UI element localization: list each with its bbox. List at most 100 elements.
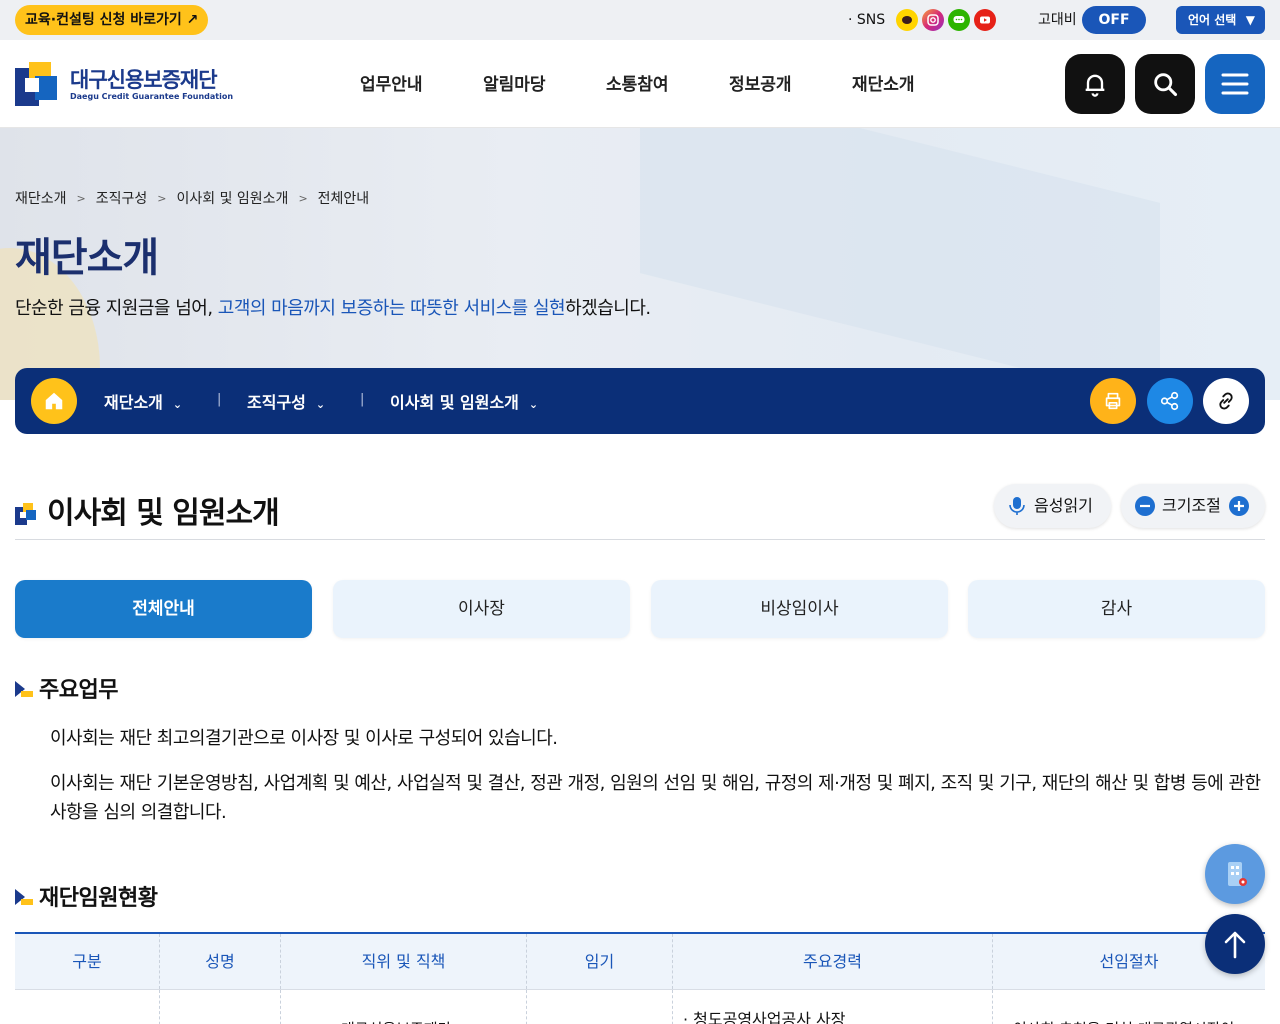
sns-label: · SNS [848, 12, 886, 28]
description-highlight: 고객의 마음까지 보증하는 따뜻한 서비스를 실현 [217, 298, 566, 319]
heading-bullet-icon [15, 889, 33, 905]
youtube-icon[interactable] [974, 9, 996, 31]
heading-bullet-icon [15, 681, 33, 697]
notification-button[interactable] [1065, 54, 1125, 114]
chevron-down-icon: ⌄ [315, 398, 326, 411]
section-divider [15, 539, 1265, 540]
logo-name: 대구신용보증재단 [70, 68, 218, 92]
duties-heading: 주요업무 [15, 672, 118, 704]
breadcrumb-item[interactable]: 재단소개 [15, 188, 67, 208]
duties-paragraph-1: 이사회는 재단 최고의결기관으로 이사장 및 이사로 구성되어 있습니다. [50, 728, 558, 749]
kakaotalk-icon[interactable] [948, 9, 970, 31]
utility-bar: 교육·컨설팅 신청 바로가기 ↗ · SNS 고대비 OFF 언어 선택 ▼ [0, 0, 1280, 40]
subnav-divider: | [360, 392, 365, 407]
logo-mark-icon [15, 62, 57, 106]
table-row: 대구신용보증재단 · 청도공영사업공사 사장 이사회 추천을 거쳐 대구광역시장… [15, 990, 1265, 1024]
chevron-down-icon: ⌄ [528, 398, 539, 411]
search-button[interactable] [1135, 54, 1195, 114]
breadcrumb-item[interactable]: 조직구성 [96, 188, 148, 208]
high-contrast-label: 고대비 [1038, 12, 1077, 28]
home-button[interactable] [31, 378, 77, 424]
duties-paragraph-2: 이사회는 재단 기본운영방침, 사업계획 및 예산, 사업실적 및 결산, 정관… [50, 773, 1261, 823]
microphone-icon [1009, 497, 1025, 515]
table-header-cell: 직위 및 직책 [281, 934, 527, 989]
hamburger-menu-icon [1221, 73, 1249, 95]
instagram-icon[interactable] [922, 9, 944, 31]
main-navigation: 업무안내 알림마당 소통참여 정보공개 재단소개 [360, 70, 975, 95]
executives-table: 구분 성명 직위 및 직책 임기 주요경력 선임절차 대구신용보증재단 · 청도… [15, 932, 1265, 1024]
print-button[interactable] [1090, 378, 1136, 424]
page-description: 단순한 금융 지원금을 넘어, 고객의 마음까지 보증하는 따뜻한 서비스를 실… [15, 294, 651, 320]
nav-item-notice[interactable]: 알림마당 [483, 70, 606, 95]
section-title: 이사회 및 임원소개 [15, 488, 280, 532]
voice-read-label: 음성읽기 [1034, 496, 1093, 515]
table-cell: 대구신용보증재단 [281, 990, 527, 1024]
nav-item-information[interactable]: 정보공개 [729, 70, 852, 95]
subnav-dropdown-depth3[interactable]: 이사회 및 임원소개 ⌄ [390, 389, 538, 413]
table-header-cell: 주요경력 [673, 934, 993, 989]
chevron-down-icon: ▼ [1245, 13, 1255, 27]
breadcrumb-item[interactable]: 이사회 및 임원소개 [177, 188, 289, 208]
subnav-label: 이사회 및 임원소개 [390, 393, 519, 412]
print-icon [1105, 392, 1121, 410]
sub-navigation-bar: 재단소개 ⌄ | 조직구성 ⌄ | 이사회 및 임원소개 ⌄ [15, 368, 1265, 434]
all-menu-button[interactable] [1205, 54, 1265, 114]
location-floating-button[interactable] [1205, 844, 1265, 904]
font-size-label: 크기조절 [1162, 496, 1221, 515]
chevron-down-icon: ⌄ [172, 398, 183, 411]
executives-heading: 재단임원현황 [15, 880, 158, 912]
section-mark-icon [15, 503, 36, 525]
link-icon [1219, 392, 1233, 410]
language-select-label: 언어 선택 [1188, 13, 1237, 27]
hero-decoration [640, 128, 1160, 400]
tab-chairman[interactable]: 이사장 [333, 580, 630, 638]
nav-item-communication[interactable]: 소통참여 [606, 70, 729, 95]
tab-auditor[interactable]: 감사 [968, 580, 1265, 638]
site-header: 대구신용보증재단 Daegu Credit Guarantee Foundati… [0, 40, 1280, 128]
zoom-out-icon[interactable] [1135, 496, 1155, 516]
breadcrumb: 재단소개 > 조직구성 > 이사회 및 임원소개 > 전체안내 [15, 188, 369, 208]
copy-link-button[interactable] [1203, 378, 1249, 424]
subnav-label: 조직구성 [247, 393, 306, 412]
home-icon [45, 392, 63, 410]
table-header-cell: 성명 [160, 934, 281, 989]
table-cell: 이사회 추천을 거쳐 대구광역시장이 [993, 990, 1265, 1024]
subnav-dropdown-depth1[interactable]: 재단소개 ⌄ [104, 389, 182, 413]
scroll-top-button[interactable] [1205, 914, 1265, 974]
font-size-control: 크기조절 [1121, 484, 1265, 528]
nav-item-business[interactable]: 업무안내 [360, 70, 483, 95]
page-title: 재단소개 [15, 235, 159, 281]
search-icon [1154, 73, 1178, 97]
logo-subtitle: Daegu Credit Guarantee Foundation [70, 92, 234, 101]
table-cell [527, 990, 673, 1024]
kakaostory-icon[interactable] [896, 9, 918, 31]
language-select-button[interactable]: 언어 선택 ▼ [1176, 6, 1265, 34]
subnav-label: 재단소개 [104, 393, 163, 412]
table-header-cell: 임기 [527, 934, 673, 989]
subnav-dropdown-depth2[interactable]: 조직구성 ⌄ [247, 389, 325, 413]
section-title-text: 이사회 및 임원소개 [47, 496, 280, 531]
tab-non-executive-directors[interactable]: 비상임이사 [651, 580, 948, 638]
description-text: 하겠습니다. [565, 298, 651, 319]
share-icon [1160, 391, 1179, 411]
share-button[interactable] [1147, 378, 1193, 424]
breadcrumb-separator: > [157, 191, 167, 205]
logo[interactable]: 대구신용보증재단 Daegu Credit Guarantee Foundati… [15, 60, 233, 108]
page-hero: 재단소개 > 조직구성 > 이사회 및 임원소개 > 전체안내 재단소개 단순한… [0, 128, 1280, 400]
voice-read-button[interactable]: 음성읽기 [994, 484, 1111, 528]
tab-overview[interactable]: 전체안내 [15, 580, 312, 638]
zoom-in-icon[interactable] [1229, 496, 1249, 516]
table-header-row: 구분 성명 직위 및 직책 임기 주요경력 선임절차 [15, 934, 1265, 990]
executives-heading-text: 재단임원현황 [39, 886, 158, 911]
bell-icon [1085, 74, 1105, 97]
table-cell [15, 990, 160, 1024]
high-contrast-toggle[interactable]: OFF [1082, 6, 1146, 34]
table-cell [160, 990, 281, 1024]
education-consulting-link[interactable]: 교육·컨설팅 신청 바로가기 ↗ [15, 5, 209, 35]
breadcrumb-item-current: 전체안내 [317, 191, 370, 207]
table-header-cell: 구분 [15, 934, 160, 989]
nav-item-foundation[interactable]: 재단소개 [852, 70, 975, 95]
duties-heading-text: 주요업무 [39, 678, 118, 703]
arrow-up-icon [1224, 931, 1246, 959]
table-cell: · 청도공영사업공사 사장 [673, 990, 993, 1024]
